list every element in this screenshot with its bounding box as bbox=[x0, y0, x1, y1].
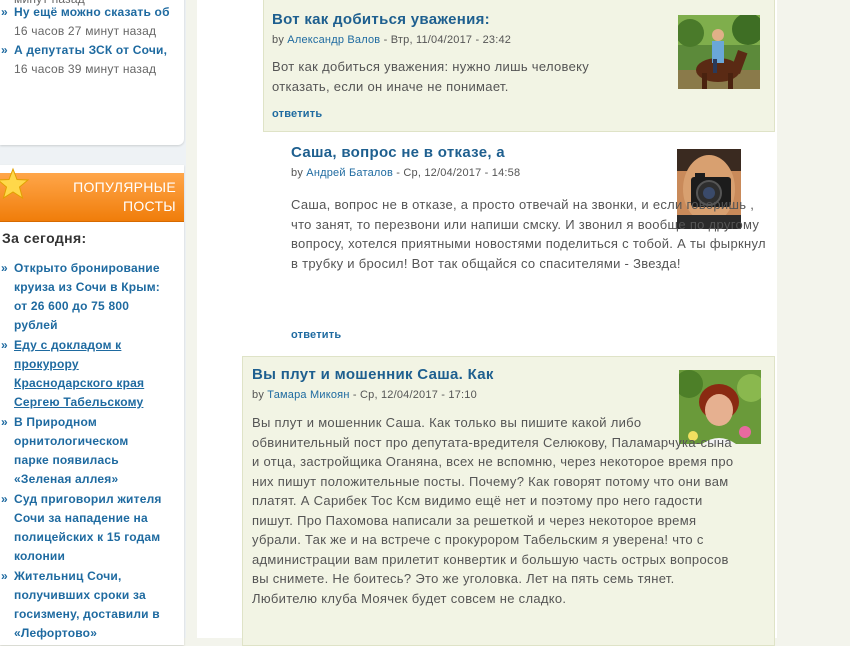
comment-meta: by Тамара Микоян - Ср, 12/04/2017 - 17:1… bbox=[252, 389, 477, 401]
comment-time-ago: 16 часов 39 минут назад bbox=[14, 62, 157, 76]
comment-title[interactable]: Вот как добиться уважения: bbox=[272, 11, 490, 28]
comment-body: Вы плут и мошенник Саша. Как только вы п… bbox=[252, 415, 734, 606]
by-label: by bbox=[252, 389, 265, 401]
comment-date: - Ср, 12/04/2017 - 14:58 bbox=[393, 167, 521, 179]
list-item[interactable]: » Ну ещё можно сказать об 16 часов 27 ми… bbox=[0, 3, 178, 41]
recent-comments-block: минут назад » Ну ещё можно сказать об 16… bbox=[0, 0, 184, 145]
author-link[interactable]: Тамара Микоян bbox=[267, 389, 349, 401]
sidebar: минут назад » Ну ещё можно сказать об 16… bbox=[0, 0, 186, 645]
list-item[interactable]: » Открыто бронирование круиза из Сочи в … bbox=[0, 259, 174, 335]
comment-date: - Втр, 11/04/2017 - 23:42 bbox=[380, 34, 512, 46]
comment: Вы плут и мошенник Саша. Как by Тамара М… bbox=[242, 356, 775, 646]
comment-body: Саша, вопрос не в отказе, а просто отвеч… bbox=[291, 197, 766, 271]
reply-link[interactable]: ответить bbox=[291, 329, 341, 341]
by-label: by bbox=[272, 34, 285, 46]
comment: Саша, вопрос не в отказе, а by Андрей Ба… bbox=[281, 139, 775, 345]
comment-meta: by Андрей Баталов - Ср, 12/04/2017 - 14:… bbox=[291, 167, 520, 179]
comment-date: - Ср, 12/04/2017 - 17:10 bbox=[349, 389, 477, 401]
bullet-icon: » bbox=[1, 338, 8, 352]
comment-time-ago: 16 часов 27 минут назад bbox=[14, 24, 157, 38]
comment-body: Вот как добиться уважения: нужно лишь че… bbox=[272, 59, 590, 94]
popular-header-title: ПОПУЛЯРНЫЕ bbox=[73, 179, 176, 195]
comments-area: Вот как добиться уважения: by Александр … bbox=[197, 0, 777, 646]
comment-title[interactable]: Саша, вопрос не в отказе, а bbox=[291, 144, 505, 161]
by-label: by bbox=[291, 167, 304, 179]
today-label: За сегодня: bbox=[2, 230, 87, 246]
comment: Вот как добиться уважения: by Александр … bbox=[263, 0, 775, 132]
list-item[interactable]: » Еду с докладом к прокурору Краснодарск… bbox=[0, 336, 164, 412]
bullet-icon: » bbox=[1, 415, 8, 429]
list-item[interactable]: » В Природном орнитологическом парке поя… bbox=[0, 413, 144, 489]
popular-post-link[interactable]: Еду с докладом к прокурору Краснодарског… bbox=[14, 338, 144, 409]
bullet-icon: » bbox=[1, 492, 8, 506]
popular-post-link[interactable]: В Природном орнитологическом парке появи… bbox=[14, 415, 128, 486]
recent-comment-link[interactable]: А депутаты ЗСК от Сочи, bbox=[14, 43, 167, 57]
avatar-photo-rider bbox=[678, 15, 760, 89]
bullet-icon: » bbox=[1, 569, 8, 583]
popular-post-link[interactable]: Открыто бронирование круиза из Сочи в Кр… bbox=[14, 261, 160, 332]
reply-link[interactable]: ответить bbox=[272, 108, 322, 120]
popular-header-subtitle: ПОСТЫ bbox=[122, 198, 176, 214]
popular-post-link[interactable]: Суд приговорил жителя Сочи за нападение … bbox=[14, 492, 162, 563]
popular-post-link[interactable]: Жительниц Сочи, получивших сроки за госи… bbox=[14, 569, 160, 640]
bullet-icon: » bbox=[1, 43, 8, 57]
author-link[interactable]: Андрей Баталов bbox=[306, 167, 393, 179]
author-link[interactable]: Александр Валов bbox=[287, 34, 380, 46]
recent-comment-link[interactable]: Ну ещё можно сказать об bbox=[14, 5, 170, 19]
popular-posts-header: ПОПУЛЯРНЫЕ ПОСТЫ bbox=[0, 167, 184, 222]
popular-posts-list: » Открыто бронирование круиза из Сочи в … bbox=[0, 259, 182, 644]
popular-posts-block: ПОПУЛЯРНЫЕ ПОСТЫ За сегодня: » Открыто б… bbox=[0, 165, 184, 645]
bullet-icon: » bbox=[1, 5, 8, 19]
list-item[interactable]: » Жительниц Сочи, получивших сроки за го… bbox=[0, 567, 179, 643]
comment-title[interactable]: Вы плут и мошенник Саша. Как bbox=[252, 366, 494, 383]
comment-meta: by Александр Валов - Втр, 11/04/2017 - 2… bbox=[272, 34, 511, 46]
star-icon bbox=[0, 167, 30, 200]
list-item[interactable]: » А депутаты ЗСК от Сочи, 16 часов 39 ми… bbox=[0, 41, 178, 79]
list-item[interactable]: » Суд приговорил жителя Сочи за нападени… bbox=[0, 490, 179, 566]
avatar bbox=[678, 15, 760, 89]
bullet-icon: » bbox=[1, 261, 8, 275]
